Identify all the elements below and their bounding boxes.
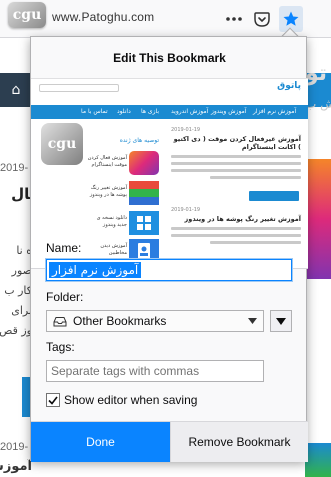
more-dots-icon[interactable]	[224, 9, 244, 29]
browser-toolbar: cgu www.Patoghu.com	[0, 0, 331, 38]
preview-article: 2019-01-19 آموزش غیرفعال کردن موقت ( دی …	[171, 127, 301, 179]
chevron-down-icon	[248, 318, 257, 324]
preview-brand: پاتوق	[277, 81, 301, 91]
preview-read-more	[249, 191, 299, 201]
preview-nav-item: آموزش اندروید	[171, 108, 209, 115]
tags-label: Tags:	[46, 340, 75, 354]
preview-nav-item: تماس با ما	[81, 108, 108, 115]
post-heading[interactable]: آموزش تغی	[0, 459, 32, 474]
remove-bookmark-button[interactable]: Remove Bookmark	[170, 422, 308, 462]
home-icon[interactable]: ⌂	[0, 73, 32, 107]
name-label: Name:	[46, 241, 82, 255]
preview-nav-item: بازی ها	[141, 108, 159, 115]
site-subtitle: ش ب	[305, 97, 331, 111]
preview-folders-thumb	[129, 181, 159, 205]
preview-thumb-label: دانلود نسخه ی جدید ویندوز	[96, 215, 127, 228]
url-text[interactable]: www.Patoghu.com	[52, 10, 154, 24]
panel-footer: Done Remove Bookmark	[31, 421, 308, 462]
excerpt-line: برای	[11, 304, 32, 317]
preview-column-title: توصیه های ژنده	[119, 137, 159, 144]
post-date: 2019-	[0, 441, 29, 453]
post-excerpt: ه نا صور کار ب برای وز قص	[0, 244, 32, 344]
chevron-down-icon	[276, 317, 286, 325]
name-input[interactable]: آموزش نرم افزار	[46, 259, 292, 281]
tags-input[interactable]	[46, 360, 264, 382]
preview-nav-item: آموزش نرم افزار	[253, 108, 297, 115]
site-title: تو	[305, 61, 328, 86]
panel-title: Edit This Bookmark	[31, 37, 308, 79]
folder-tree-expand-button[interactable]	[270, 310, 292, 332]
preview-logo: cgu	[41, 123, 83, 165]
post-thumbnail[interactable]	[305, 159, 331, 279]
preview-windows-thumb	[129, 211, 159, 235]
preview-article-date: 2019-01-19	[171, 127, 201, 133]
preview-nav-item: دانلود	[117, 108, 131, 115]
preview-article-title: آموزش تغییر رنگ پوشه ها در ویندوز	[184, 215, 301, 223]
site-logo: cgu	[8, 2, 46, 28]
checkmark-icon	[48, 396, 58, 405]
preview-thumb-label: آموزش دیدن مخاطبین	[100, 243, 127, 256]
preview-article-title: آموزش غیرفعال کردن موقت ( دی اکتیو ) اکا…	[173, 135, 301, 151]
show-editor-checkbox[interactable]	[46, 393, 60, 407]
folder-label: Folder:	[46, 290, 84, 304]
preview-thumb-label: آموزش تغییر رنگ پوشه ها در ویندوز	[89, 185, 127, 198]
folder-tray-icon	[53, 316, 67, 326]
post-thumbnail[interactable]	[305, 443, 331, 477]
preview-article-date: 2019-01-19	[171, 207, 201, 213]
edit-bookmark-panel: Edit This Bookmark پاتوق آموزش نرم افزار…	[30, 36, 308, 462]
name-input-value: آموزش نرم افزار	[49, 262, 142, 278]
preview-article: 2019-01-19 آموزش تغییر رنگ پوشه ها در وی…	[171, 207, 301, 244]
excerpt-line: صور	[11, 264, 32, 277]
show-editor-checkbox-row[interactable]: Show editor when saving	[46, 392, 197, 408]
excerpt-line: وز قص	[0, 324, 32, 337]
pocket-icon[interactable]	[252, 9, 272, 29]
preview-thumb-label: آموزش فعال کردن موقت اینستاگرام	[87, 155, 127, 168]
folder-dropdown[interactable]: Other Bookmarks	[46, 310, 264, 332]
preview-nav-item: آموزش ویندوز	[211, 108, 247, 115]
excerpt-line: ه نا	[16, 244, 32, 257]
preview-instagram-thumb	[129, 151, 159, 175]
show-editor-label: Show editor when saving	[64, 393, 198, 407]
preview-nav: آموزش نرم افزار آموزش ویندوز آموزش اندرو…	[31, 105, 308, 119]
preview-header: پاتوق	[31, 79, 308, 97]
post-date: 2019-	[0, 162, 29, 174]
done-button[interactable]: Done	[31, 422, 170, 462]
folder-dropdown-value: Other Bookmarks	[73, 314, 167, 328]
excerpt-line: کار ب	[4, 284, 32, 297]
preview-search-box	[39, 84, 119, 92]
